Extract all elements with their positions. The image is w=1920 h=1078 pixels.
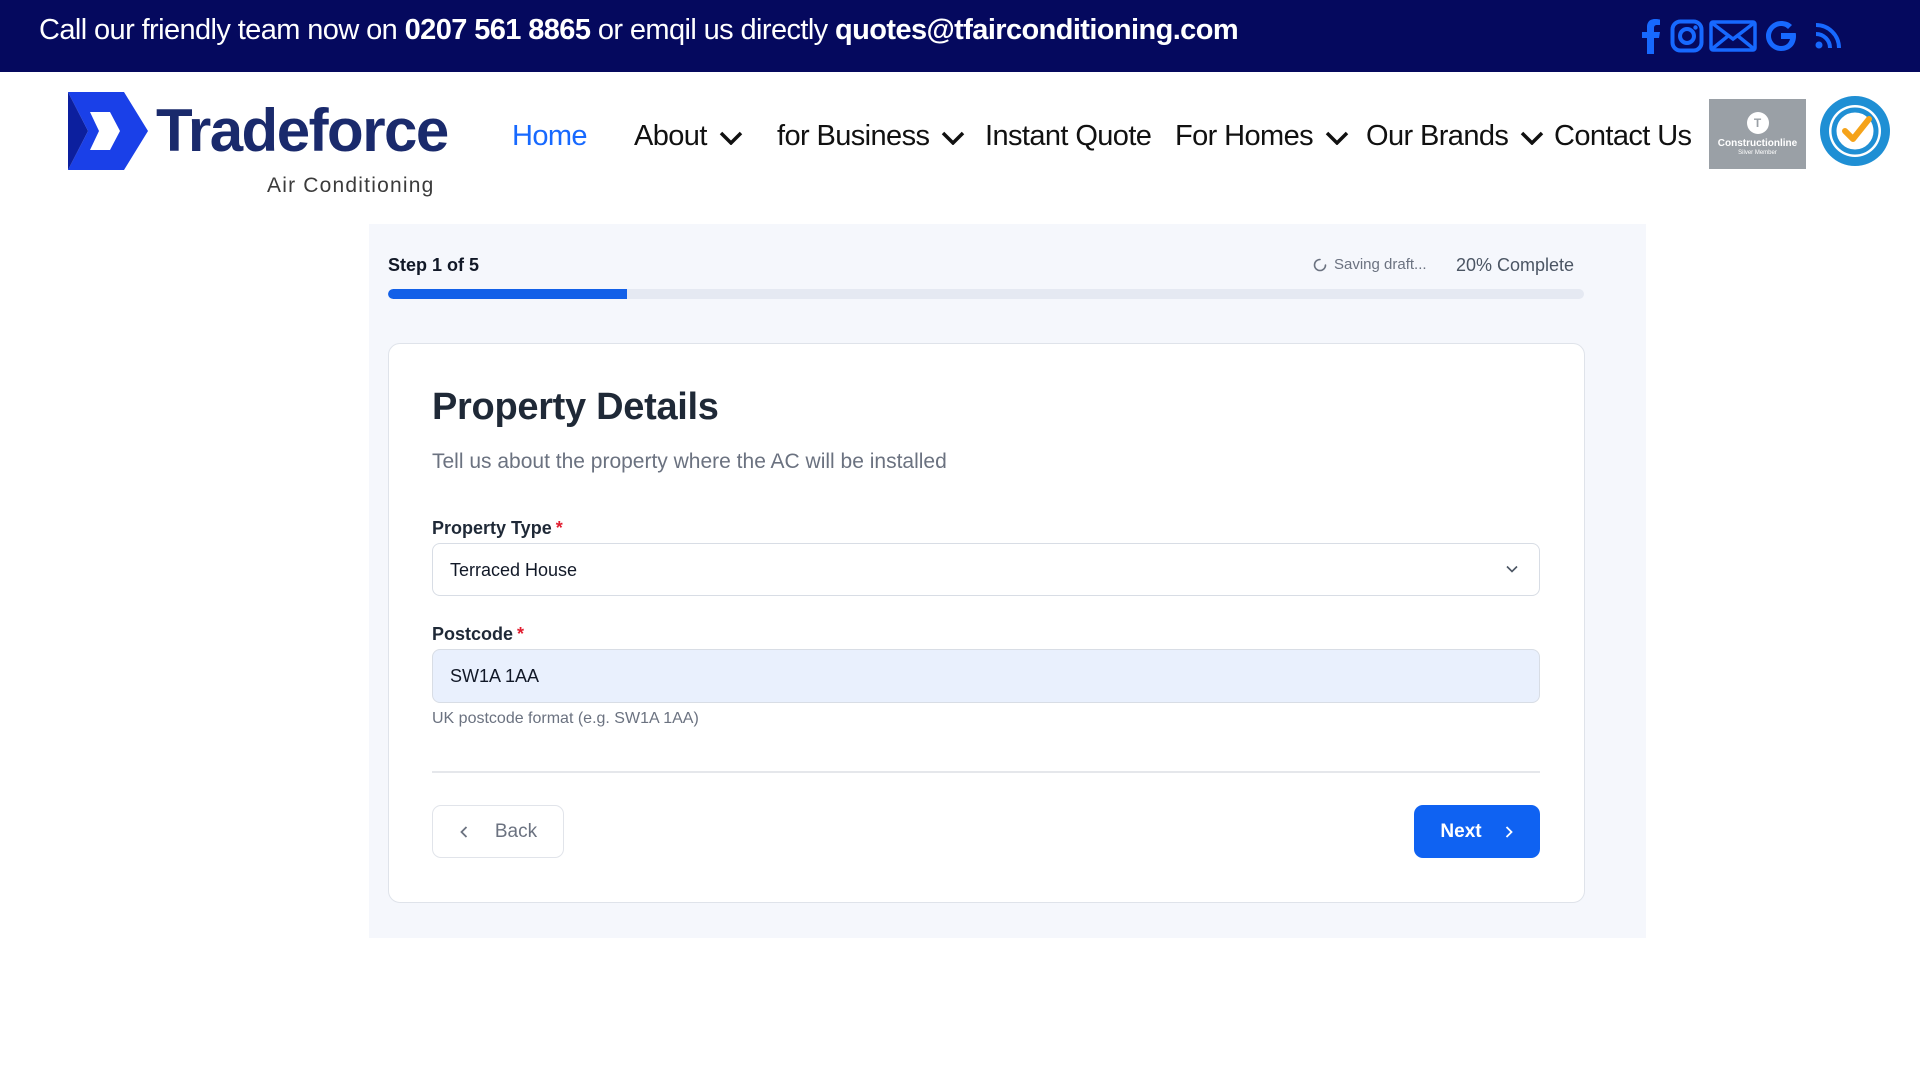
contact-prefix: Call our friendly team now on	[39, 14, 405, 46]
constructionline-badge-name: Constructionline	[1717, 138, 1798, 149]
email-icon[interactable]	[1709, 16, 1757, 56]
nav-contact-us-label: Contact Us	[1554, 119, 1692, 152]
nav-about[interactable]: About	[634, 116, 743, 156]
required-marker: *	[517, 624, 525, 644]
nav-instant-quote-label: Instant Quote	[985, 119, 1152, 152]
step-indicator: Step 1 of 5	[388, 255, 480, 275]
percent-complete: 20% Complete	[1456, 255, 1575, 275]
site-header: Tradeforce Air Conditioning Home About f…	[0, 72, 1920, 204]
constructionline-badge: T Constructionline Silver Member	[1709, 99, 1806, 169]
required-marker: *	[555, 518, 563, 538]
constructionline-badge-caption: Silver Member	[1738, 150, 1777, 156]
divider	[432, 771, 1540, 773]
postcode-hint: UK postcode format (e.g. SW1A 1AA)	[432, 710, 699, 727]
chevron-down-icon	[719, 131, 743, 145]
chevron-right-icon	[1505, 825, 1513, 838]
nav-about-label: About	[634, 119, 707, 152]
nav-contact-us[interactable]: Contact Us	[1554, 116, 1692, 156]
property-type-label: Property Type *	[432, 518, 563, 539]
nav-home-label: Home	[512, 119, 588, 152]
chevron-down-icon	[1521, 131, 1544, 145]
phone-link[interactable]: 0207 561 8865	[405, 14, 591, 46]
property-type-label-text: Property Type	[432, 518, 552, 538]
nav-our-brands[interactable]: Our Brands	[1366, 116, 1544, 156]
saving-text: Saving draft...	[1334, 256, 1427, 273]
logo-name: Tradeforce	[156, 97, 449, 164]
progress-bar	[388, 289, 1584, 299]
nav-for-homes-label: For Homes	[1175, 119, 1314, 152]
trustatrader-badge-icon	[1820, 96, 1890, 166]
contact-middle: or emqil us directly	[590, 14, 836, 46]
nav-our-brands-label: Our Brands	[1366, 119, 1509, 152]
chevron-left-icon	[460, 825, 468, 838]
logo[interactable]: Tradeforce Air Conditioning	[68, 92, 449, 197]
nav-home[interactable]: Home	[512, 116, 588, 156]
nav-for-homes[interactable]: For Homes	[1175, 116, 1349, 156]
nav-instant-quote[interactable]: Instant Quote	[985, 116, 1152, 156]
section-subtitle: Tell us about the property where the AC …	[432, 450, 947, 473]
progress-bar-fill	[388, 289, 628, 299]
postcode-label: Postcode *	[432, 624, 524, 645]
back-button-label: Back	[494, 820, 538, 842]
chevron-down-icon	[942, 131, 965, 145]
saving-status: Saving draft...	[1313, 256, 1427, 273]
nav-for-business-label: for Business	[777, 119, 930, 152]
nav-for-business[interactable]: for Business	[777, 116, 965, 156]
postcode-value: SW1A 1AA	[450, 666, 540, 686]
google-icon[interactable]	[1763, 16, 1799, 56]
postcode-input[interactable]: SW1A 1AA	[432, 649, 1540, 703]
contact-text: Call our friendly team now on 0207 561 8…	[39, 14, 1239, 47]
back-button[interactable]: Back	[432, 805, 564, 858]
email-link[interactable]: quotes@tfairconditioning.com	[835, 14, 1239, 46]
section-title: Property Details	[432, 386, 719, 428]
next-button[interactable]: Next	[1414, 805, 1540, 858]
logo-subtitle: Air Conditioning	[267, 174, 435, 197]
chevron-down-icon	[1506, 565, 1518, 573]
postcode-label-text: Postcode	[432, 624, 514, 644]
chevron-down-icon	[1325, 131, 1349, 145]
facebook-icon[interactable]	[1637, 16, 1665, 56]
instagram-icon[interactable]	[1669, 16, 1705, 56]
constructionline-logo-icon: T	[1746, 112, 1769, 134]
top-contact-bar: Call our friendly team now on 0207 561 8…	[0, 0, 1920, 72]
logo-mark-icon	[68, 92, 148, 170]
rss-icon[interactable]	[1813, 16, 1843, 56]
spinner-icon	[1313, 258, 1327, 271]
next-button-label: Next	[1440, 820, 1482, 842]
property-type-select[interactable]: Terraced House	[432, 543, 1540, 596]
property-type-value: Terraced House	[450, 560, 578, 580]
